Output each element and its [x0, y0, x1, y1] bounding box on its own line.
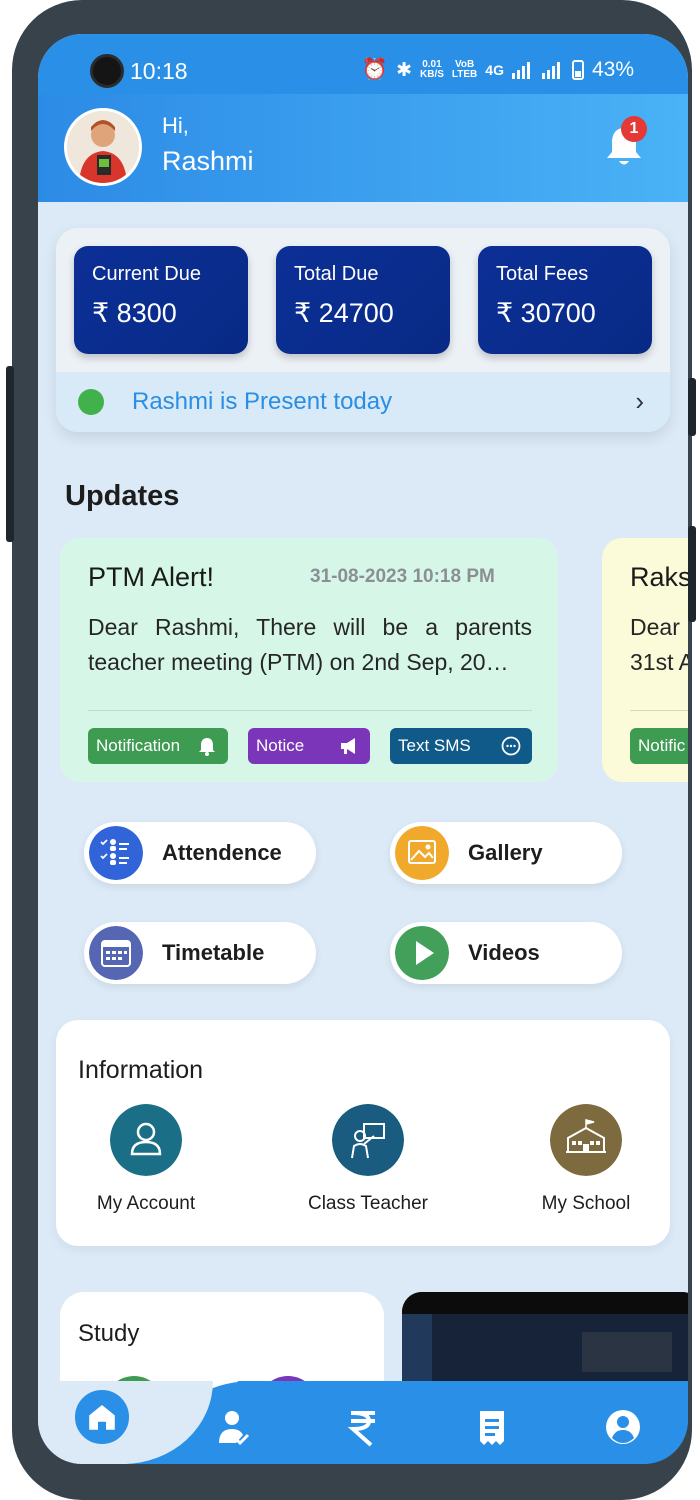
user-icon — [110, 1104, 182, 1176]
fee-summary-card: Current Due ₹ 8300 Total Due ₹ 24700 Tot… — [56, 228, 670, 432]
tile-label: Timetable — [162, 940, 265, 965]
volte-bottom: LTEB — [451, 69, 478, 80]
updates-title: Updates — [65, 480, 180, 512]
fee-label: Current Due — [92, 263, 201, 285]
fee-value: ₹ 30700 — [496, 298, 596, 328]
gallery-tile[interactable]: Gallery — [390, 822, 622, 884]
front-camera — [90, 54, 124, 88]
notification-tag[interactable]: Notific — [630, 728, 688, 764]
signal-icon-2 — [541, 62, 560, 79]
phone-side-button-right — [688, 526, 696, 622]
user-name: Rashmi — [162, 146, 254, 176]
fee-label: Total Fees — [496, 263, 589, 285]
alarm-icon: ⏰ — [361, 58, 389, 81]
tag-label: Notification — [96, 736, 181, 755]
student-photo — [67, 111, 139, 183]
notification-count-badge: 1 — [621, 116, 647, 142]
text-sms-tag[interactable]: Text SMS — [390, 728, 532, 764]
total-fees-box[interactable]: Total Fees ₹ 30700 — [478, 246, 652, 354]
update-card-ptm[interactable]: PTM Alert! 31-08-2023 10:18 PM Dear Rash… — [60, 538, 558, 782]
my-account-item[interactable]: My Account — [56, 1104, 236, 1215]
bell-icon — [199, 738, 215, 756]
megaphone-icon — [341, 738, 355, 754]
play-icon — [395, 926, 449, 980]
phone-side-button-right-top — [688, 378, 696, 436]
update-body-line2: 31st A — [630, 649, 688, 675]
signal-icon — [511, 62, 530, 79]
app-header: Hi, Rashmi 1 — [38, 94, 688, 202]
tile-label: Videos — [468, 940, 540, 965]
attendance-status-row[interactable]: Rashmi is Present today › — [56, 372, 670, 432]
tile-label: Attendence — [162, 840, 282, 865]
screen: 10:18 ⏰ ✱ 0.01 KB/S VoB LTEB 4G 43% Hi, … — [38, 34, 688, 1464]
my-school-item[interactable]: My School — [496, 1104, 676, 1215]
chevron-right-icon: › — [635, 386, 644, 416]
class-teacher-item[interactable]: Class Teacher — [278, 1104, 458, 1215]
status-icons: ⏰ ✱ 0.01 KB/S VoB LTEB 4G 43% — [362, 58, 634, 82]
status-bar: 10:18 ⏰ ✱ 0.01 KB/S VoB LTEB 4G 43% — [38, 34, 688, 94]
notice-tag[interactable]: Notice — [248, 728, 370, 764]
update-title: PTM Alert! — [88, 562, 215, 592]
volte-indicator: VoB LTEB — [452, 60, 477, 80]
total-due-box[interactable]: Total Due ₹ 24700 — [276, 246, 450, 354]
signal-4g-icon: 4G — [485, 62, 504, 78]
info-label: My Account — [96, 1193, 196, 1214]
calendar-icon — [89, 926, 143, 980]
avatar[interactable] — [64, 108, 142, 186]
attendance-status-text: Rashmi is Present today — [132, 388, 393, 415]
tag-label: Text SMS — [398, 736, 471, 755]
tag-label: Notice — [256, 736, 305, 755]
nav-rupee-icon[interactable] — [343, 1407, 383, 1447]
bluetooth-icon: ✱ — [396, 59, 412, 81]
timetable-tile[interactable]: Timetable — [84, 922, 316, 984]
update-title: Raks — [630, 562, 688, 592]
phone-frame: 10:18 ⏰ ✱ 0.01 KB/S VoB LTEB 4G 43% Hi, … — [6, 0, 696, 1500]
net-speed: 0.01 KB/S — [420, 60, 444, 80]
study-title: Study — [78, 1320, 140, 1347]
nav-student-icon[interactable] — [214, 1407, 254, 1447]
information-title: Information — [78, 1056, 204, 1084]
phone-side-button-left — [6, 366, 14, 542]
videos-tile[interactable]: Videos — [390, 922, 622, 984]
status-time: 10:18 — [130, 58, 188, 84]
chat-icon — [501, 736, 521, 756]
present-status-dot — [78, 389, 104, 415]
home-icon — [89, 1405, 115, 1430]
update-body: Dear Rashmi, There will be a parents tea… — [88, 614, 532, 675]
tile-label: Gallery — [468, 840, 543, 865]
battery-level: 43% — [591, 58, 634, 81]
attendance-tile[interactable]: Attendence — [84, 822, 316, 884]
network-type: 4G — [485, 62, 504, 78]
teacher-icon — [332, 1104, 404, 1176]
nav-profile-icon[interactable] — [603, 1407, 643, 1447]
fee-label: Total Due — [294, 263, 379, 285]
update-body-line1: Dear — [630, 614, 680, 640]
greeting-text: Hi, — [162, 113, 189, 138]
fee-value: ₹ 8300 — [92, 298, 177, 328]
fee-value: ₹ 24700 — [294, 298, 394, 328]
net-speed-unit: KB/S — [420, 69, 444, 80]
info-label: My School — [541, 1193, 631, 1214]
nav-receipt-icon[interactable] — [472, 1407, 512, 1447]
notification-tag[interactable]: Notification — [88, 728, 228, 764]
information-card: Information My Account Class Teacher My … — [56, 1020, 670, 1246]
divider — [88, 710, 532, 711]
school-icon — [550, 1104, 622, 1176]
nav-home-button[interactable] — [71, 1386, 133, 1448]
tag-label: Notific — [638, 736, 686, 755]
divider — [630, 710, 688, 711]
current-due-box[interactable]: Current Due ₹ 8300 — [74, 246, 248, 354]
update-date: 31-08-2023 10:18 PM — [310, 566, 495, 587]
gallery-icon — [395, 826, 449, 880]
attendance-icon — [89, 826, 143, 880]
battery-icon — [571, 60, 584, 80]
update-card-second[interactable]: Raks Dear 31st A Notific — [602, 538, 688, 782]
info-label: Class Teacher — [307, 1193, 429, 1214]
